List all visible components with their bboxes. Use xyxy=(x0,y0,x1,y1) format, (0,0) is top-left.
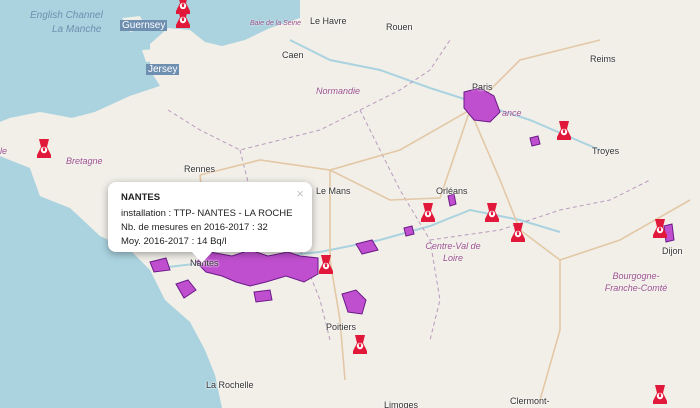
sea-label-1: English Channel xyxy=(30,10,103,21)
region-bourgogne: Bourgogne-Franche-Comté xyxy=(604,271,668,293)
sea-label-3: Baie de la Seine xyxy=(250,20,301,27)
region-normandie: Normandie xyxy=(316,86,361,96)
city-limoges: Limoges xyxy=(384,400,419,408)
zone-tours xyxy=(403,225,415,237)
zone-nantes xyxy=(195,249,319,287)
city-poitiers: Poitiers xyxy=(326,322,357,332)
zone-east-paris xyxy=(529,135,541,147)
city-reims: Reims xyxy=(590,54,616,64)
city-le-mans: Le Mans xyxy=(316,186,351,196)
nuclear-plant-icon[interactable] xyxy=(316,253,336,275)
nuclear-plant-icon[interactable] xyxy=(418,201,438,223)
close-icon[interactable]: × xyxy=(296,186,304,201)
nuclear-plant-icon[interactable] xyxy=(482,201,502,223)
popup-installation: installation : TTP- NANTES - LA ROCHE xyxy=(121,208,293,219)
nuclear-plant-icon[interactable] xyxy=(650,383,670,405)
nuclear-plant-icon[interactable] xyxy=(173,7,193,29)
island-guernsey-label: Guernsey xyxy=(120,20,168,31)
sea-label-2: La Manche xyxy=(52,24,102,35)
popup-tip xyxy=(192,252,212,263)
zone-west xyxy=(149,257,171,273)
nuclear-plant-icon[interactable] xyxy=(650,217,670,239)
city-paris: Paris xyxy=(472,82,493,92)
popup-measures: Nb. de mesures en 2016-2017 : 32 xyxy=(121,222,268,233)
zone-poitiers xyxy=(341,289,367,315)
region-bretagne: Bretagne xyxy=(66,156,103,166)
city-rouen: Rouen xyxy=(386,22,413,32)
region-partial-left: le xyxy=(0,146,8,156)
nuclear-plant-icon[interactable] xyxy=(350,333,370,355)
region-centre: Centre-Val de Loire xyxy=(425,241,481,263)
city-dijon: Dijon xyxy=(662,246,683,256)
city-la-rochelle: La Rochelle xyxy=(206,380,254,390)
zone-paris xyxy=(463,87,501,123)
city-rennes: Rennes xyxy=(184,164,216,174)
nuclear-plant-icon[interactable] xyxy=(554,119,574,141)
city-troyes: Troyes xyxy=(592,146,620,156)
city-caen: Caen xyxy=(282,50,304,60)
popup-average: Moy. 2016-2017 : 14 Bq/l xyxy=(121,236,227,247)
zone-nantes-south xyxy=(175,279,197,299)
info-popup: × NANTES installation : TTP- NANTES - LA… xyxy=(108,182,312,263)
zone-loire xyxy=(355,239,379,255)
island-jersey xyxy=(142,48,176,62)
city-le-havre: Le Havre xyxy=(310,16,347,26)
map-view[interactable]: English Channel La Manche Baie de la Sei… xyxy=(0,0,700,408)
island-jersey-label: Jersey xyxy=(146,64,180,75)
nuclear-plant-icon[interactable] xyxy=(508,221,528,243)
zone-nantes-se xyxy=(253,289,273,303)
city-clermont: Clermont- xyxy=(510,396,550,406)
city-orleans: Orléans xyxy=(436,186,468,196)
nuclear-plant-icon[interactable] xyxy=(34,137,54,159)
popup-title: NANTES xyxy=(121,192,161,203)
region-partial-center: ance xyxy=(502,108,522,118)
